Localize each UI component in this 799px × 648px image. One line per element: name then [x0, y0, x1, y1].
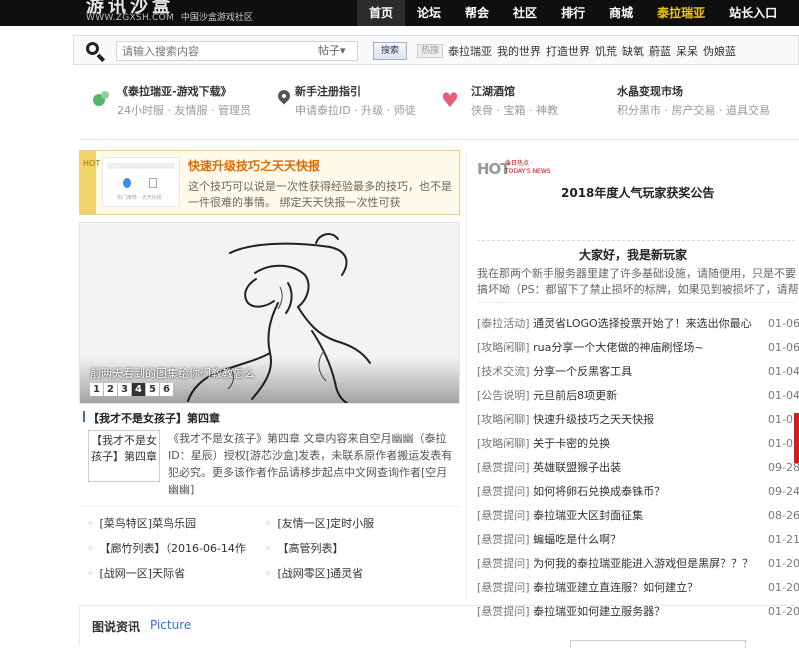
news-list: [泰拉活动] 通灵省LOGO选择投票开始了！来选出你最心 01-06 [攻略闲聊]…	[477, 312, 799, 624]
hot-link[interactable]: 我的世界	[497, 43, 541, 59]
feature-banner[interactable]: HOT 热门推荐 · 天天快报 快速升级技巧之天天快报 这个技巧可以说是一次性获…	[79, 150, 460, 215]
quick-link-tavern[interactable]: 江湖酒馆 侠骨 · 宝箱 · 神教	[471, 83, 558, 118]
list-item[interactable]: [攻略闲聊] 关于卡密的兑换 01-02	[477, 432, 799, 456]
slide-page-5[interactable]: 5	[146, 383, 159, 396]
forum-link[interactable]: 【廊竹列表】（2016-06-14作	[87, 540, 246, 556]
forum-link[interactable]: 【高管列表】	[265, 540, 344, 556]
search-button[interactable]: 搜索	[373, 42, 407, 60]
headline-link[interactable]: 2018年度人气玩家获奖公告	[561, 184, 714, 201]
nav-community[interactable]: 社区	[501, 0, 549, 26]
hot-link[interactable]: 蔚蓝	[649, 43, 671, 59]
forum-link[interactable]: [友情一区]定时小服	[265, 515, 375, 531]
quick-link-register-guide[interactable]: 新手注册指引 申请泰拉ID · 升级 · 师徒	[295, 83, 416, 118]
nav-ranking[interactable]: 排行	[549, 0, 597, 26]
search-scope-select[interactable]: 帖子▾	[318, 42, 346, 58]
nav-admin-entry[interactable]: 站长入口	[717, 0, 789, 26]
site-url: WWW.ZGXSH.COM	[86, 13, 175, 23]
search-bar: 帖子▾ 搜索 热搜 泰拉瑞亚 我的世界 打造世界 饥荒 缺氧 蔚蓝 呆呆 伪娘蓝	[73, 35, 799, 65]
list-item[interactable]: [悬赏提问] 为何我的泰拉瑞亚能进入游戏但是黑屏？？？ 01-20	[477, 552, 799, 576]
today-news-logo: HOT 今日热点 · TODAY'S NEWS	[477, 160, 551, 178]
article-desc: 《我才不是女孩子》第四章 文章内容来自空月幽幽（泰拉ID：星辰）授权[游芯沙盒]…	[168, 432, 453, 496]
hot-link[interactable]: 伪娘蓝	[703, 43, 736, 59]
picture-section: 图说资讯 Picture	[79, 605, 799, 648]
forum-link[interactable]: [菜鸟特区]菜鸟乐园	[87, 515, 197, 531]
hot-ribbon: HOT	[80, 151, 100, 214]
list-item[interactable]: [公告说明] 元旦前后8项更新 01-04	[477, 384, 799, 408]
hot-link[interactable]: 打造世界	[546, 43, 590, 59]
hot-link[interactable]: 饥荒	[595, 43, 617, 59]
list-item[interactable]: [悬赏提问] 英雄联盟猴子出装 09-28	[477, 456, 799, 480]
article-title[interactable]: 【我才不是女孩子】第四章	[83, 410, 220, 426]
feature-desc: 这个技巧可以说是一次性获得经验最多的技巧，也不是一件很难的事情。 绑定天天快报一…	[188, 180, 452, 209]
picture-thumbnail[interactable]	[570, 640, 746, 648]
today-news-panel: HOT 今日热点 · TODAY'S NEWS 2018年度人气玩家获奖公告 大家…	[466, 150, 799, 624]
list-item[interactable]: [悬赏提问] 泰拉瑞亚建立直连服？如何建立？ 01-20	[477, 576, 799, 600]
feature-title[interactable]: 快速升级技巧之天天快报	[188, 157, 320, 174]
hot-search: 热搜 泰拉瑞亚 我的世界 打造世界 饥荒 缺氧 蔚蓝 呆呆 伪娘蓝	[417, 42, 741, 60]
image-slideshow[interactable]: 前两天看到的图集给你们教教怎么 1 2 3 4 5 6	[79, 222, 460, 404]
list-item[interactable]: [悬赏提问] 泰拉瑞亚大区封面征集 08-26	[477, 504, 799, 528]
location-pin-icon	[274, 87, 294, 108]
slide-page-1[interactable]: 1	[90, 383, 103, 396]
slide-pager: 1 2 3 4 5 6	[90, 383, 174, 396]
quick-link-crystal-market[interactable]: 水晶变现市场 积分黑市 · 房产交易 · 道具交易	[617, 83, 770, 118]
slide-page-3[interactable]: 3	[118, 383, 131, 396]
list-item[interactable]: [悬赏提问] 蝙蝠吃是什么啊？ 01-21	[477, 528, 799, 552]
top-navbar: 游讯沙盒 WWW.ZGXSH.COM 中国沙盒游戏社区 首页 论坛 帮会 社区 …	[0, 0, 799, 26]
list-item[interactable]: [攻略闲聊] rua分享一个大佬做的神庙刷怪场~ 01-06	[477, 336, 799, 360]
heart-icon: ♥	[441, 88, 459, 112]
nav-home[interactable]: 首页	[357, 0, 406, 26]
sub-headline-link[interactable]: 大家好，我是新玩家	[579, 246, 687, 263]
slide-page-2[interactable]: 2	[104, 383, 117, 396]
main-nav: 首页 论坛 帮会 社区 排行 商城 泰拉瑞亚 站长入口	[357, 0, 789, 26]
slide-page-4[interactable]: 4	[132, 383, 145, 396]
hot-search-tag: 热搜	[417, 44, 444, 58]
nav-shop[interactable]: 商城	[597, 0, 645, 26]
slide-page-6[interactable]: 6	[160, 383, 173, 396]
feature-thumbnail[interactable]: 热门推荐 · 天天快报	[102, 157, 180, 207]
search-icon	[84, 40, 106, 63]
list-item[interactable]: [技术交流] 分享一个反黑客工具 01-04	[477, 360, 799, 384]
logo-text: 游讯沙盒	[86, 0, 174, 17]
picture-section-title-en: Picture	[150, 618, 192, 632]
list-item[interactable]: [悬赏提问] 如何将卵石兑换成泰铢币？ 09-24	[477, 480, 799, 504]
site-logo[interactable]: 游讯沙盒 WWW.ZGXSH.COM 中国沙盒游戏社区	[86, 0, 253, 26]
picture-section-title: 图说资讯	[92, 620, 141, 634]
nav-terraria[interactable]: 泰拉瑞亚	[645, 0, 717, 26]
nav-forum[interactable]: 论坛	[405, 0, 453, 26]
hot-link[interactable]: 缺氧	[622, 43, 644, 59]
forum-link[interactable]: [战网一区]天际省	[87, 565, 186, 581]
hot-link[interactable]: 呆呆	[676, 43, 698, 59]
forum-link-grid: [菜鸟特区]菜鸟乐园 [友情一区]定时小服 【廊竹列表】（2016-06-14作…	[79, 506, 460, 596]
quick-link-download[interactable]: 《泰拉瑞亚-游戏下载》 24小时服 · 友情服 · 管理员	[117, 83, 251, 118]
forum-link[interactable]: [战网零区]通灵省	[265, 565, 364, 581]
list-item[interactable]: [泰拉活动] 通灵省LOGO选择投票开始了！来选出你最心 01-06	[477, 312, 799, 336]
article-image[interactable]: 【我才不是女孩子】第四章	[88, 430, 160, 482]
leaf-icon	[91, 88, 111, 108]
list-item[interactable]: [攻略闲聊] 快速升级技巧之天天快报 01-03	[477, 408, 799, 432]
side-float-tab[interactable]	[794, 413, 799, 463]
quick-links: 《泰拉瑞亚-游戏下载》 24小时服 · 友情服 · 管理员 新手注册指引 申请泰…	[79, 78, 799, 140]
nav-guild[interactable]: 帮会	[453, 0, 501, 26]
sub-headline-desc: 我在那两个新手服务器里建了许多基础设施，请随便用，只是不要搞坏呦（PS：都留下了…	[477, 267, 799, 300]
hot-link[interactable]: 泰拉瑞亚	[448, 43, 492, 59]
site-name: 中国沙盒游戏社区	[180, 13, 253, 23]
slide-caption[interactable]: 前两天看到的图集给你们教教怎么	[90, 365, 255, 381]
